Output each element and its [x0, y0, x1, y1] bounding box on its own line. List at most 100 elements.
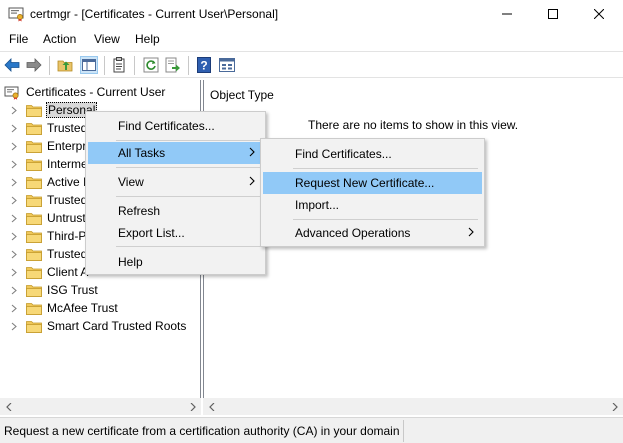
tree-item-label: Third-P: [47, 229, 87, 243]
context-menu-refresh[interactable]: Refresh: [88, 200, 263, 222]
tree-item[interactable]: Untrust: [8, 209, 87, 227]
folder-icon: [26, 302, 42, 315]
menu-action[interactable]: Action: [43, 32, 76, 46]
menu-help[interactable]: Help: [135, 32, 160, 46]
folder-icon: [26, 194, 42, 207]
refresh-icon: [143, 57, 159, 73]
tree-expand-chevron-icon[interactable]: [8, 194, 20, 206]
tree-expand-chevron-icon[interactable]: [8, 230, 20, 242]
back-button[interactable]: [3, 56, 21, 74]
tree-expand-chevron-icon[interactable]: [8, 212, 20, 224]
refresh-button[interactable]: [142, 56, 160, 74]
tree-item[interactable]: Personal: [8, 101, 98, 119]
tree-item[interactable]: Trusted: [8, 119, 88, 137]
tree-item[interactable]: Smart Card Trusted Roots: [8, 317, 187, 335]
tree-item-label: ISG Trust: [47, 283, 98, 297]
menu-view[interactable]: View: [94, 32, 120, 46]
menu-file[interactable]: File: [9, 32, 28, 46]
submenu-arrow-icon: [249, 176, 255, 186]
submenu-arrow-icon: [468, 227, 474, 237]
title-bar: certmgr - [Certificates - Current User\P…: [0, 0, 623, 28]
submenu-arrow-icon: [249, 147, 255, 157]
tree-item[interactable]: ISG Trust: [8, 281, 99, 299]
certificates-store-icon: [4, 86, 19, 100]
tree-item-label: Client A: [47, 265, 89, 279]
chevron-left-icon: [5, 402, 11, 411]
tree-item-label: Untrust: [47, 211, 86, 225]
tree-expand-chevron-icon[interactable]: [8, 122, 20, 134]
close-button[interactable]: [576, 0, 622, 28]
maximize-button[interactable]: [530, 0, 576, 28]
tree-item[interactable]: Third-P: [8, 227, 87, 245]
tree-expand-chevron-icon[interactable]: [8, 284, 20, 296]
folder-icon: [26, 266, 42, 279]
help-button[interactable]: ?: [195, 56, 213, 74]
tree-expand-chevron-icon[interactable]: [8, 158, 20, 170]
submenu-import[interactable]: Import...: [263, 194, 482, 216]
tree-item[interactable]: Trusted: [8, 191, 88, 209]
status-text: Request a new certificate from a certifi…: [4, 424, 400, 438]
tree-item-label: Trusted: [47, 193, 88, 207]
context-menu-find-certificates[interactable]: Find Certificates...: [88, 115, 263, 137]
scroll-left-arrow[interactable]: [0, 398, 17, 415]
up-one-level-button[interactable]: [56, 56, 74, 74]
tree-item[interactable]: Client A: [8, 263, 89, 281]
back-arrow-icon: [4, 58, 20, 72]
tree-expand-chevron-icon[interactable]: [8, 302, 20, 314]
export-list-icon: [165, 57, 180, 73]
tree-item[interactable]: Interme: [8, 155, 89, 173]
tree-item-label: Interme: [47, 157, 88, 171]
chevron-right-icon: [190, 402, 196, 411]
mmc-view-icon: [219, 58, 235, 72]
chevron-right-icon: [612, 402, 618, 411]
tree-item-label: McAfee Trust: [47, 301, 118, 315]
context-menu-help[interactable]: Help: [88, 251, 263, 273]
submenu-find-certificates[interactable]: Find Certificates...: [263, 143, 482, 165]
tree-expand-chevron-icon[interactable]: [8, 104, 20, 116]
folder-icon: [26, 230, 42, 243]
submenu-request-new-certificate[interactable]: Request New Certificate...: [263, 172, 482, 194]
status-bar: Request a new certificate from a certifi…: [0, 417, 623, 443]
maximize-icon: [548, 9, 558, 19]
tree-expand-chevron-icon[interactable]: [8, 248, 20, 260]
tree-expand-chevron-icon[interactable]: [8, 320, 20, 332]
scroll-right-arrow[interactable]: [606, 398, 623, 415]
folder-icon: [26, 140, 42, 153]
export-list-button[interactable]: [164, 56, 182, 74]
empty-view-message: There are no items to show in this view.: [308, 118, 519, 132]
properties-icon: [113, 57, 125, 73]
tree-expand-chevron-icon[interactable]: [8, 140, 20, 152]
context-menu-view[interactable]: View: [88, 171, 263, 193]
context-menu-export-list[interactable]: Export List...: [88, 222, 263, 244]
tree-item[interactable]: Active I: [8, 173, 87, 191]
column-header-object-type[interactable]: Object Type: [210, 88, 274, 102]
context-menu-all-tasks[interactable]: All Tasks: [88, 142, 263, 164]
tree-item-label: Enterpr: [47, 139, 87, 153]
scroll-left-arrow[interactable]: [203, 398, 220, 415]
result-pane: Object Type There are no items to show i…: [203, 80, 623, 415]
tree-item[interactable]: McAfee Trust: [8, 299, 119, 317]
minimize-button[interactable]: [484, 0, 530, 28]
properties-button[interactable]: [110, 56, 128, 74]
folder-icon: [26, 320, 42, 333]
tree-root[interactable]: Certificates - Current User: [4, 83, 166, 101]
tree-expand-chevron-icon[interactable]: [8, 266, 20, 278]
toolbar: ?: [0, 51, 623, 78]
forward-arrow-icon: [26, 58, 42, 72]
folder-icon: [26, 104, 42, 117]
tree-expand-chevron-icon[interactable]: [8, 176, 20, 188]
chevron-left-icon: [208, 402, 214, 411]
submenu-advanced-operations[interactable]: Advanced Operations: [263, 222, 482, 244]
scroll-right-arrow[interactable]: [184, 398, 201, 415]
tree-item[interactable]: Enterpr: [8, 137, 87, 155]
show-hide-console-tree-button[interactable]: [80, 56, 98, 74]
mmc-view-button[interactable]: [218, 56, 236, 74]
help-icon: ?: [197, 57, 211, 73]
window-title: certmgr - [Certificates - Current User\P…: [30, 7, 279, 21]
minimize-icon: [502, 13, 512, 15]
certmgr-app-icon: [8, 7, 24, 22]
forward-button[interactable]: [25, 56, 43, 74]
tree-item[interactable]: Trusted: [8, 245, 88, 263]
console-tree-horizontal-scrollbar[interactable]: [0, 398, 201, 415]
result-pane-horizontal-scrollbar[interactable]: [203, 398, 623, 415]
